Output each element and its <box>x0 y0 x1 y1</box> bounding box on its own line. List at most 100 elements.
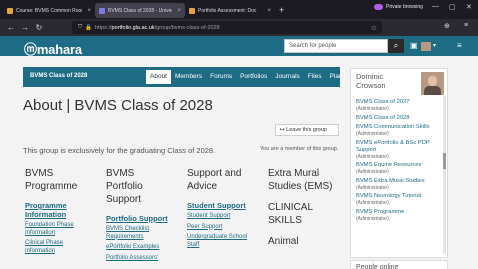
browser-tab[interactable]: Portfolio Assessment: Doc × <box>185 3 275 18</box>
link-foundation-phase[interactable]: Foundation Phase Information <box>25 222 85 237</box>
section-link-student-support[interactable]: Student Support <box>187 201 265 210</box>
link-undergraduate-staff[interactable]: Undergraduate School Staff <box>187 234 257 249</box>
tab-about[interactable]: About <box>146 70 171 84</box>
new-tab-icon[interactable]: + <box>279 5 284 15</box>
avatar[interactable] <box>421 72 444 95</box>
group-role: (Administrator) <box>356 153 389 160</box>
column-heading: Extra Mural Studies (EMS) <box>268 168 333 192</box>
avatar-face <box>428 76 437 86</box>
column-ems: Extra Mural Studies (EMS) CLINICAL SKILL… <box>268 167 340 248</box>
column-heading-clinical-skills: CLINICAL SKILLS <box>268 202 313 226</box>
list-item: BVMS Neurology Tutorial (Administrator) <box>356 193 442 206</box>
close-tab-icon[interactable]: × <box>87 8 91 14</box>
search-button[interactable]: ⌕ <box>388 39 404 53</box>
close-tab-icon[interactable]: × <box>267 8 271 14</box>
list-item: BVMS ePortfolio & BSc PDP Support (Admini… <box>356 140 442 160</box>
list-item: BVMS Equine Resources (Administrator) <box>356 162 442 175</box>
group-description: This group is exclusively for the gradua… <box>23 146 216 155</box>
tab-portfolios[interactable]: Portfolios <box>236 70 271 84</box>
user-menu-icon[interactable] <box>421 42 431 51</box>
group-role: (Administrator) <box>356 131 389 137</box>
list-item: BVMS Class of 2027 (Administrator) <box>356 99 442 112</box>
page-title: About | BVMS Class of 2028 <box>23 97 213 114</box>
tab-plans[interactable]: Plans <box>326 70 350 84</box>
list-item: BVMS Class of 2028 <box>356 115 442 122</box>
column-support-advice: Support and Advice Student Support Stude… <box>187 167 265 249</box>
close-tab-icon[interactable]: × <box>177 8 181 14</box>
column-portfolio-support: BVMS Portfolio Support Portfolio Support… <box>106 167 184 262</box>
group-link[interactable]: BVMS Class of 2028 <box>356 115 442 122</box>
group-link[interactable]: BVMS Class of 2027 <box>356 99 442 106</box>
column-programme: BVMS Programme Programme Information Fou… <box>25 167 103 255</box>
browser-tab-bar: Course: BVMS Common Room × BVMS Class of… <box>0 0 478 19</box>
membership-status: You are a member of this group. <box>260 146 339 152</box>
link-student-support[interactable]: Student Support <box>187 213 265 221</box>
tab-title: Course: BVMS Common Room <box>16 7 83 14</box>
user-sidebar: Dominic Crowson BVMS Class of 2027 (Admin… <box>350 68 448 258</box>
link-checklist-requirements[interactable]: BVMS Checklist Requirements <box>106 226 166 241</box>
group-link[interactable]: BVMS Neurology Tutorial <box>356 193 442 200</box>
group-link[interactable]: BVMS Communication Skills <box>356 124 442 131</box>
bookmark-star-icon[interactable]: ☆ <box>371 24 377 32</box>
browser-nav-bar: ← → ↻ ⛉ 🔒 https://portfolio.gla.ac.uk/gr… <box>0 19 478 36</box>
private-browsing-label: Private browsing <box>386 4 423 10</box>
tab-journals[interactable]: Journals <box>271 70 304 84</box>
tab-title: BVMS Class of 2028 - Universi <box>108 7 173 14</box>
section-link-programme-information[interactable]: Programme Information <box>25 201 85 219</box>
reload-icon[interactable]: ↻ <box>32 23 46 32</box>
link-portfolio-assessors[interactable]: Portfolio Assessors' <box>106 255 184 263</box>
tab-title: Portfolio Assessment: Doc <box>198 7 257 14</box>
group-name: BVMS Class of 2028 <box>30 73 88 79</box>
mahara-favicon-icon <box>99 7 105 14</box>
group-link[interactable]: BVMS Extra Mural Studies <box>356 178 442 185</box>
link-clinical-phase[interactable]: Clinical Phase Information <box>25 240 75 255</box>
group-role: (Administrator) <box>356 184 389 191</box>
browser-tab-active[interactable]: BVMS Class of 2028 - Universi × <box>95 3 185 18</box>
minimize-icon[interactable]: — <box>432 3 439 10</box>
back-icon[interactable]: ← <box>4 23 18 32</box>
moodle-favicon-icon <box>189 7 195 14</box>
user-name[interactable]: Dominic Crowson <box>356 72 386 90</box>
column-heading: BVMS Programme <box>25 168 78 192</box>
browser-tab[interactable]: Course: BVMS Common Room × <box>3 3 95 18</box>
group-link[interactable]: BVMS Programme <box>356 209 442 216</box>
list-item: BVMS Programme (Administrator) <box>356 209 442 222</box>
collection-icon[interactable]: ▣ <box>410 41 418 50</box>
group-link[interactable]: BVMS Equine Resources <box>356 162 442 169</box>
group-role: (Administrator) <box>356 106 389 112</box>
leave-group-label: Leave this group <box>286 127 327 133</box>
sidebar-scrollbar[interactable] <box>443 96 446 254</box>
column-heading: Support and Advice <box>187 168 242 192</box>
tab-files[interactable]: Files <box>304 70 326 84</box>
site-header: ⓜmahara Search for people ⌕ ▣ ▾ ≡ <box>0 36 478 57</box>
logo-glyph-icon: ⓜ <box>24 42 37 57</box>
leave-group-button[interactable]: ↦ Leave this group <box>275 124 339 136</box>
shield-icon: ⛉ <box>78 24 83 30</box>
list-item: BVMS Extra Mural Studies (Administrator) <box>356 178 442 191</box>
chevron-down-icon[interactable]: ▾ <box>433 42 436 49</box>
url-bar[interactable]: ⛉ 🔒 https://portfolio.gla.ac.uk/group/bv… <box>72 21 382 34</box>
main-menu-icon[interactable]: ≡ <box>457 41 462 50</box>
extensions-icon[interactable]: ⊕ <box>444 22 450 30</box>
group-link[interactable]: BVMS ePortfolio & BSc PDP Support <box>356 140 442 154</box>
tab-forums[interactable]: Forums <box>206 70 236 84</box>
link-eportfolio-examples[interactable]: ePortfolio Examples <box>106 244 184 252</box>
browser-menu-icon[interactable]: ≡ <box>464 22 468 29</box>
close-window-icon[interactable]: ✕ <box>466 3 472 11</box>
private-mask-icon <box>374 4 383 10</box>
list-item: BVMS Communication Skills (Administrator) <box>356 124 442 137</box>
sidebar-scrollbar-thumb[interactable] <box>443 153 446 169</box>
column-heading-animal: Animal <box>268 236 299 247</box>
avatar-body <box>424 86 441 95</box>
section-link-portfolio-support[interactable]: Portfolio Support <box>106 214 184 223</box>
link-peer-support[interactable]: Peer Support <box>187 224 265 232</box>
maximize-icon[interactable]: ▢ <box>449 3 456 11</box>
forward-icon[interactable]: → <box>18 23 32 32</box>
group-role: (Administrator) <box>356 200 389 206</box>
my-groups-list: BVMS Class of 2027 (Administrator) BVMS C… <box>356 99 442 224</box>
tab-members[interactable]: Members <box>171 70 206 84</box>
lock-icon: 🔒 <box>85 24 92 31</box>
search-people-input[interactable]: Search for people <box>284 39 388 53</box>
group-tabs: About Members Forums Portfolios Journals… <box>146 70 350 84</box>
moodle-favicon-icon <box>7 7 13 14</box>
